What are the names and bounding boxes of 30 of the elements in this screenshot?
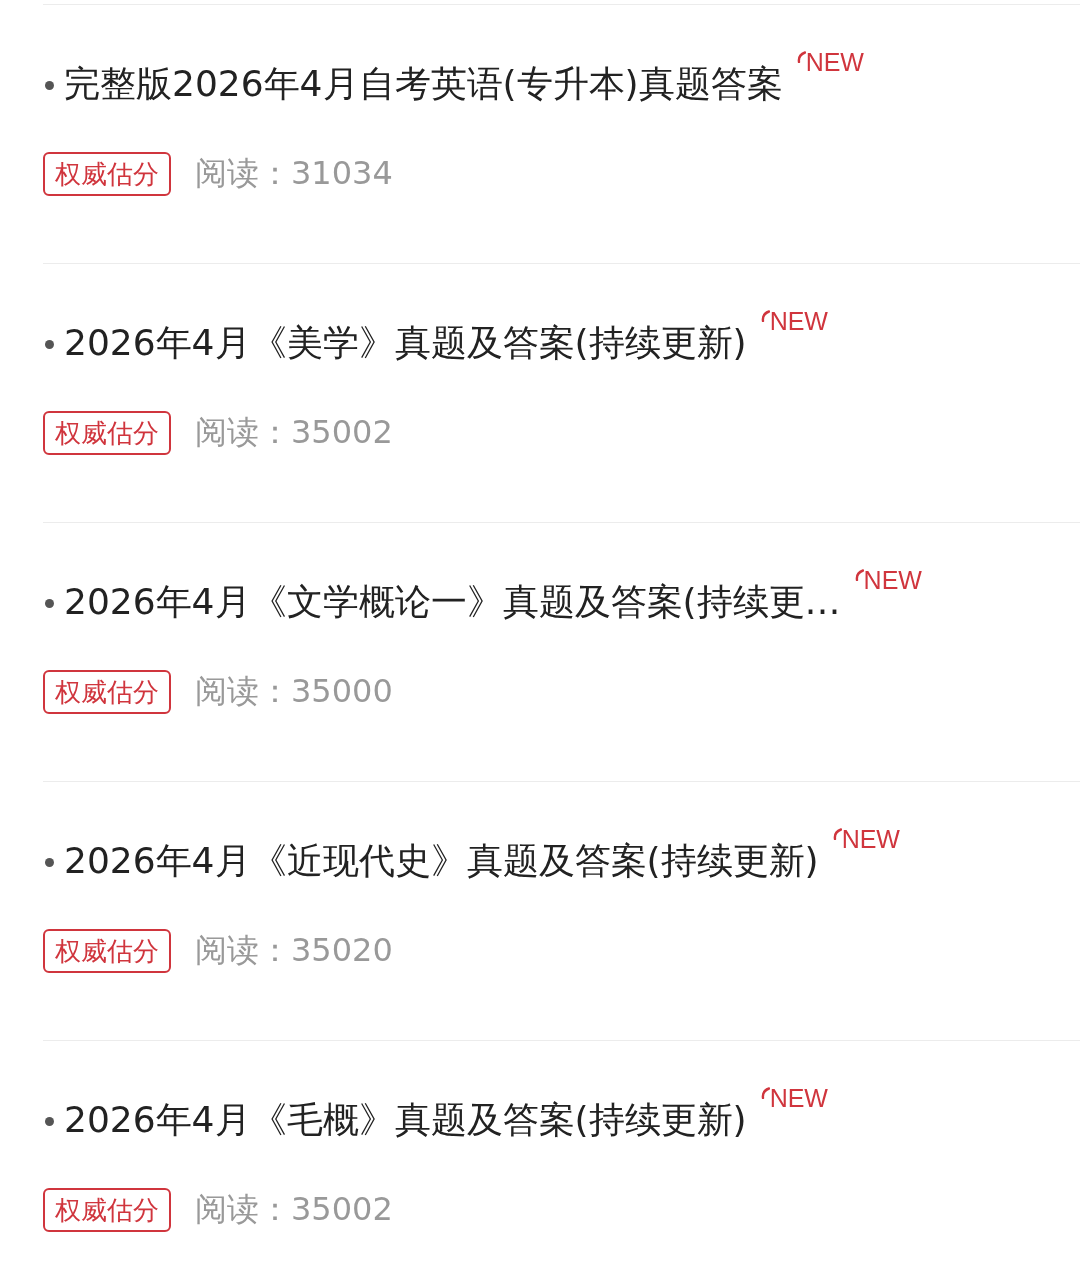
new-label: NEW [769, 308, 828, 334]
arc-icon [760, 310, 770, 322]
tag-label: 权威估分 [43, 929, 171, 973]
new-label: NEW [863, 567, 922, 593]
bullet-icon [45, 1117, 54, 1126]
article-title[interactable]: 2026年4月《毛概》真题及答案(持续更新) [64, 1095, 747, 1145]
new-label: NEW [769, 1085, 828, 1111]
arc-icon [760, 1087, 770, 1099]
tag-label: 权威估分 [43, 411, 171, 455]
tag-label: 权威估分 [43, 670, 171, 714]
arc-icon [832, 828, 842, 840]
article-title[interactable]: 2026年4月《文学概论一》真题及答案(持续更… [64, 577, 841, 627]
read-count: 阅读：35002 [195, 1189, 393, 1230]
article-title[interactable]: 2026年4月《美学》真题及答案(持续更新) [64, 318, 747, 368]
bullet-icon [45, 81, 54, 90]
tag-label: 权威估分 [43, 152, 171, 196]
read-count: 阅读：31034 [195, 153, 393, 194]
arc-icon [854, 569, 864, 581]
tag-label: 权威估分 [43, 1188, 171, 1232]
bullet-icon [45, 858, 54, 867]
read-count: 阅读：35000 [195, 671, 393, 712]
bullet-icon [45, 340, 54, 349]
read-count: 阅读：35002 [195, 412, 393, 453]
read-count: 阅读：35020 [195, 930, 393, 971]
bullet-icon [45, 599, 54, 608]
new-label: NEW [805, 49, 864, 75]
new-label: NEW [841, 826, 900, 852]
article-title[interactable]: 完整版2026年4月自考英语(专升本)真题答案 [64, 59, 783, 109]
article-title[interactable]: 2026年4月《近现代史》真题及答案(持续更新) [64, 836, 819, 886]
arc-icon [796, 51, 806, 63]
